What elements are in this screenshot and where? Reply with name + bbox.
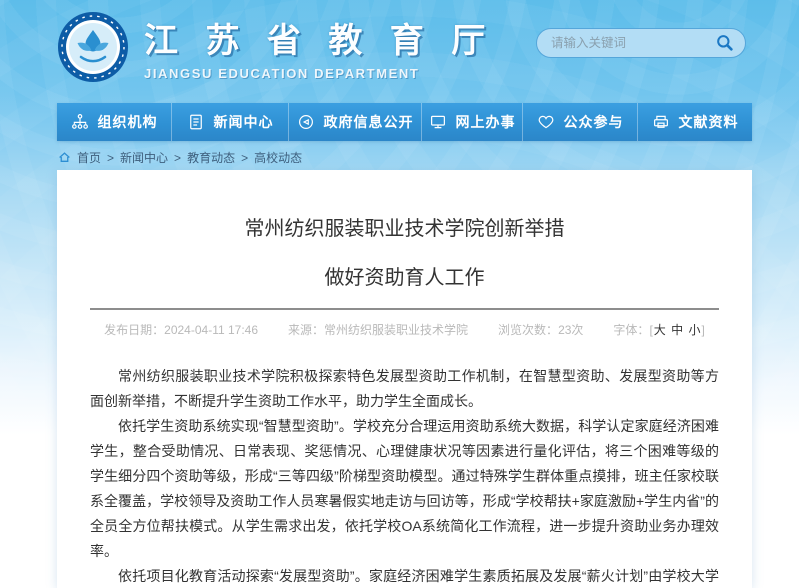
font-size-small-button[interactable]: 小: [688, 323, 702, 337]
article-title-line2: 做好资助育人工作: [90, 241, 719, 308]
font-size-medium-button[interactable]: 中: [670, 323, 684, 337]
nav-label: 政府信息公开: [324, 112, 414, 132]
article-title-line1: 常州纺织服装职业技术学院创新举措: [90, 170, 719, 241]
search-button[interactable]: [715, 33, 735, 53]
nav-item-online-services[interactable]: 网上办事: [421, 103, 522, 141]
nav-item-organization[interactable]: 组织机构: [57, 103, 171, 141]
search-input[interactable]: [551, 36, 715, 50]
breadcrumb-separator: >: [106, 151, 115, 165]
nav-label: 网上办事: [456, 112, 516, 132]
monitor-icon: [429, 113, 447, 131]
jiangsu-education-logo-icon: [57, 11, 129, 83]
article-card: 常州纺织服装职业技术学院创新举措 做好资助育人工作 发布日期：2024-04-1…: [57, 170, 752, 588]
site-title: 江 苏 省 教 育 厅: [144, 13, 494, 62]
disclosure-icon: [297, 113, 315, 131]
article-body: 常州纺织服装职业技术学院积极探索特色发展型资助工作机制，在智慧型资助、发展型资助…: [90, 364, 719, 588]
heart-icon: [537, 113, 555, 131]
org-chart-icon: [71, 113, 89, 131]
nav-label: 新闻中心: [214, 112, 274, 132]
article-meta: 发布日期：2024-04-11 17:46 来源：常州纺织服装职业技术学院 浏览…: [90, 321, 719, 338]
publish-date: 发布日期：2024-04-11 17:46: [104, 321, 258, 338]
breadcrumb: 首页 > 新闻中心 > 教育动态 > 高校动态: [58, 149, 302, 166]
site-subtitle: JIANGSU EDUCATION DEPARTMENT: [144, 66, 494, 81]
main-nav: 组织机构 新闻中心 政府信息公开 网上办事: [57, 103, 752, 141]
nav-label: 公众参与: [564, 112, 624, 132]
breadcrumb-university-news[interactable]: 高校动态: [254, 149, 302, 166]
breadcrumb-separator: >: [173, 151, 182, 165]
view-count: 浏览次数：23次: [498, 321, 583, 338]
article-paragraph: 常州纺织服装职业技术学院积极探索特色发展型资助工作机制，在智慧型资助、发展型资助…: [90, 364, 719, 414]
nav-item-public-participation[interactable]: 公众参与: [522, 103, 637, 141]
nav-item-news-center[interactable]: 新闻中心: [171, 103, 288, 141]
home-icon: [58, 151, 71, 164]
nav-label: 文献资料: [679, 112, 739, 132]
bracket-close: ]: [702, 323, 705, 337]
nav-item-documents[interactable]: 文献资料: [637, 103, 752, 141]
breadcrumb-home[interactable]: 首页: [77, 149, 101, 166]
nav-label: 组织机构: [98, 112, 158, 132]
archive-icon: [652, 113, 670, 131]
article-paragraph: 依托学生资助系统实现“智慧型资助”。学校充分合理运用资助系统大数据，科学认定家庭…: [90, 414, 719, 564]
search-box: [536, 28, 746, 58]
font-size-controls: 字体：[大 中 小]: [613, 321, 704, 338]
breadcrumb-separator: >: [240, 151, 249, 165]
breadcrumb-education-news[interactable]: 教育动态: [187, 149, 235, 166]
site-header: 江 苏 省 教 育 厅 JIANGSU EDUCATION DEPARTMENT: [57, 11, 494, 83]
article-paragraph: 依托项目化教育活动探索“发展型资助”。家庭经济困难学生素质拓展及发展“薪火计划”…: [90, 564, 719, 588]
breadcrumb-news-center[interactable]: 新闻中心: [120, 149, 168, 166]
page-background: 江 苏 省 教 育 厅 JIANGSU EDUCATION DEPARTMENT…: [0, 0, 799, 588]
nav-item-gov-info-disclosure[interactable]: 政府信息公开: [288, 103, 421, 141]
font-size-large-button[interactable]: 大: [653, 323, 667, 337]
news-doc-icon: [187, 113, 205, 131]
search-icon: [715, 33, 735, 53]
title-divider: [90, 308, 719, 310]
article-source: 来源：常州纺织服装职业技术学院: [288, 321, 468, 338]
brand-text: 江 苏 省 教 育 厅 JIANGSU EDUCATION DEPARTMENT: [144, 13, 494, 81]
